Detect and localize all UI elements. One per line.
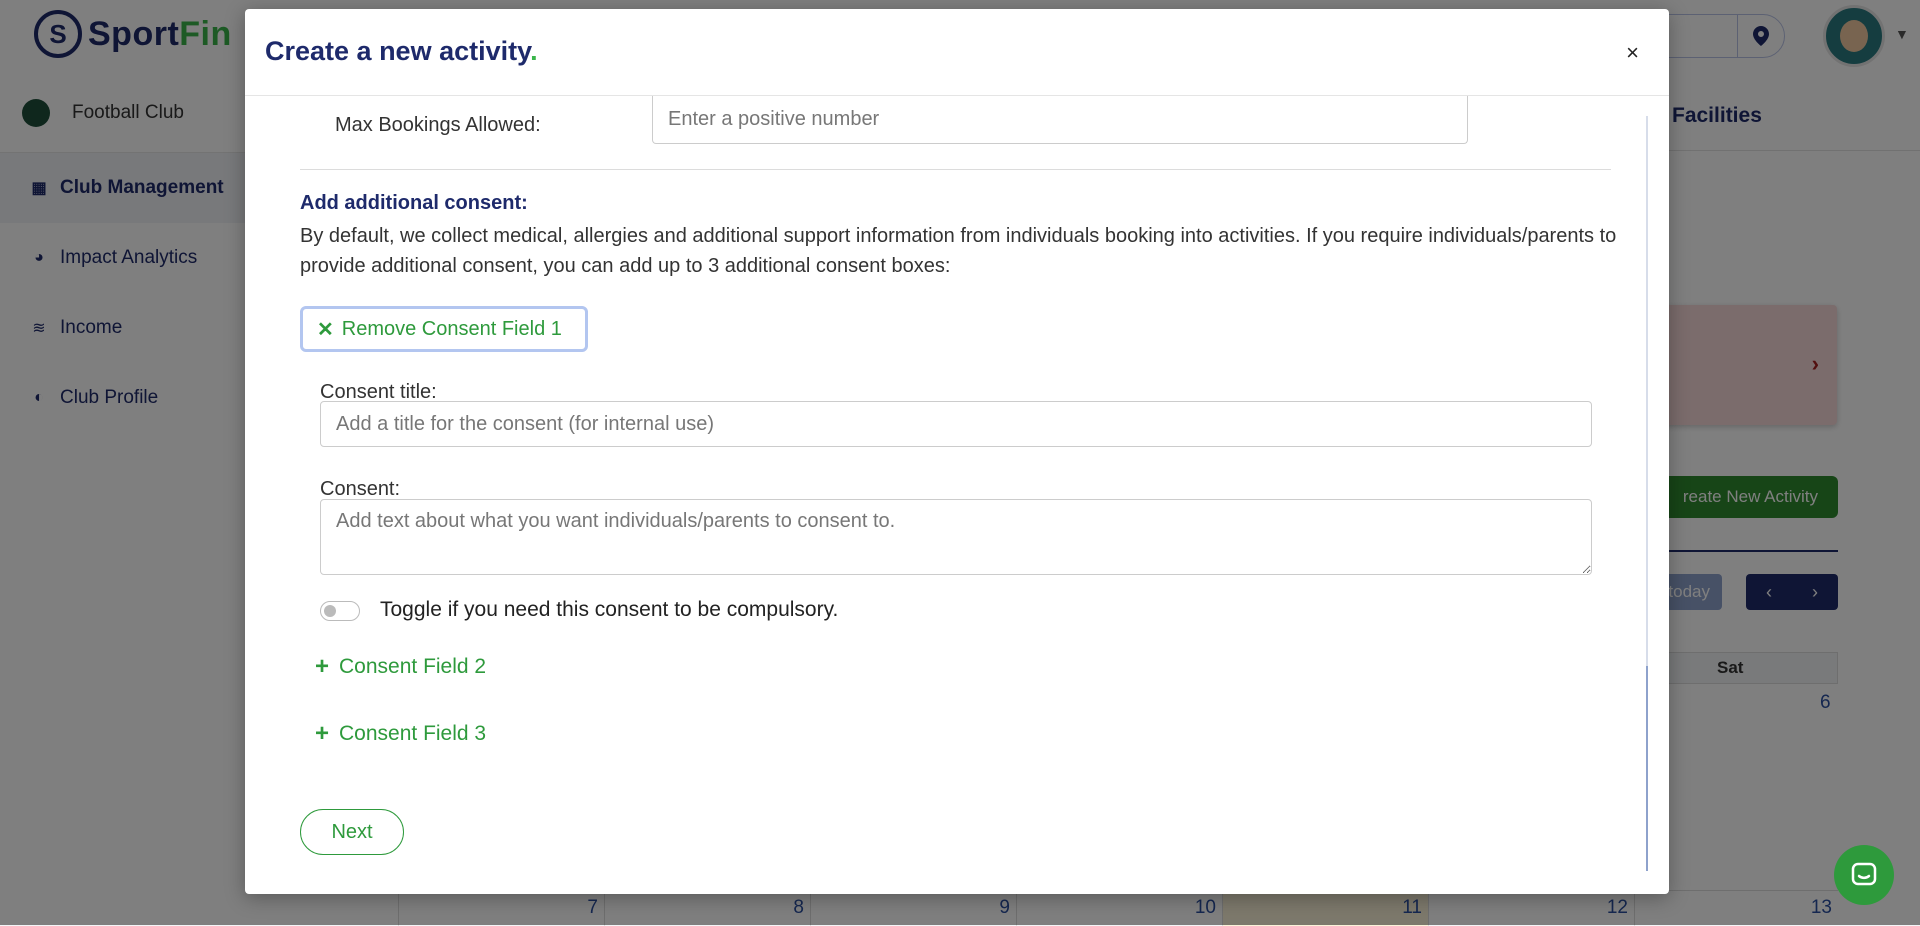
- close-icon: ✕: [317, 318, 334, 341]
- next-button[interactable]: Next: [300, 809, 404, 855]
- chat-icon: [1851, 862, 1877, 886]
- max-bookings-input[interactable]: [652, 96, 1468, 144]
- modal-body: Max Bookings Allowed: Add additional con…: [245, 96, 1669, 894]
- max-bookings-label: Max Bookings Allowed:: [335, 114, 541, 136]
- add-field-label: Consent Field 3: [339, 722, 487, 745]
- consent-heading: Add additional consent:: [300, 192, 528, 214]
- close-icon[interactable]: ×: [1626, 40, 1639, 66]
- create-activity-modal: Create a new activity. × Max Bookings Al…: [245, 9, 1669, 894]
- consent-title-input[interactable]: [320, 401, 1592, 447]
- modal-title: Create a new activity.: [265, 36, 538, 67]
- consent-label: Consent:: [320, 478, 401, 500]
- consent-textarea[interactable]: [320, 499, 1592, 575]
- modal-title-dot: .: [530, 36, 538, 66]
- chat-button[interactable]: [1834, 845, 1894, 905]
- add-consent-field-2-button[interactable]: + Consent Field 2: [315, 655, 486, 679]
- plus-icon: +: [315, 720, 330, 747]
- remove-button-label: Remove Consent Field 1: [341, 317, 562, 340]
- modal-title-text: Create a new activity: [265, 36, 531, 66]
- modal-header: Create a new activity. ×: [245, 9, 1669, 96]
- divider: [300, 169, 1611, 170]
- plus-icon: +: [315, 653, 330, 680]
- add-field-label: Consent Field 2: [339, 655, 487, 678]
- scrollbar-thumb[interactable]: [1646, 666, 1648, 871]
- toggle-label: Toggle if you need this consent to be co…: [380, 598, 839, 621]
- compulsory-toggle[interactable]: [320, 601, 360, 621]
- remove-consent-field-1-button[interactable]: ✕ Remove Consent Field 1: [300, 306, 588, 352]
- add-consent-field-3-button[interactable]: + Consent Field 3: [315, 722, 486, 746]
- consent-description: By default, we collect medical, allergie…: [300, 225, 1617, 277]
